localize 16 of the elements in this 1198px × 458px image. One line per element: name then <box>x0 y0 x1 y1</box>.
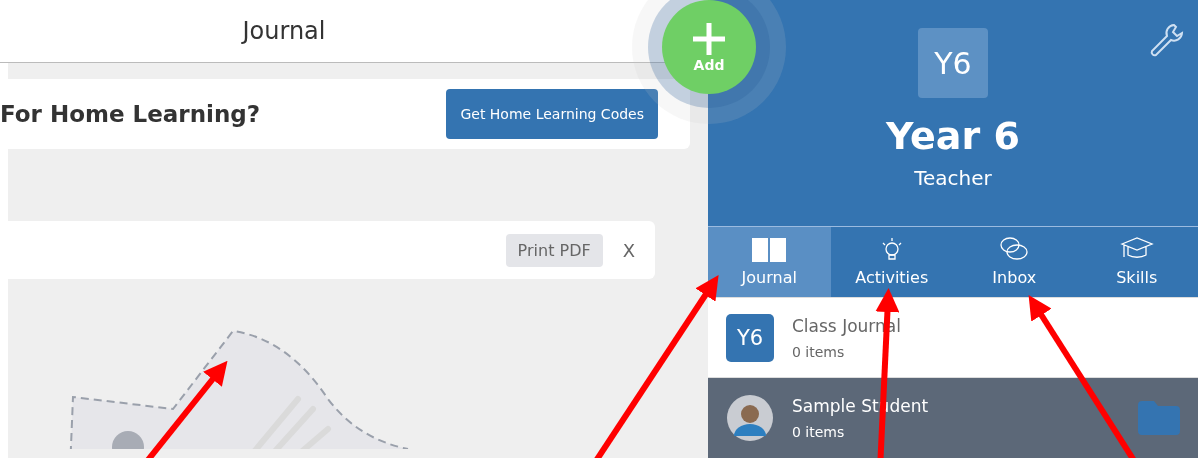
print-pdf-button[interactable]: Print PDF <box>505 233 603 267</box>
class-badge: Y6 <box>918 28 988 98</box>
journal-badge: Y6 <box>726 313 774 362</box>
avatar-icon <box>726 394 774 443</box>
home-learning-codes-button[interactable]: Get Home Learning Codes <box>446 89 658 139</box>
card-heading: For Home Learning? <box>0 101 261 127</box>
class-name: Year 6 <box>886 114 1020 158</box>
item-count: 0 items <box>792 424 846 441</box>
settings-icon[interactable] <box>1148 22 1184 58</box>
book-icon <box>751 236 788 265</box>
plus-icon <box>691 21 727 57</box>
page-title: Journal <box>242 17 326 45</box>
close-button[interactable]: X <box>616 239 641 261</box>
class-role: Teacher <box>914 166 992 190</box>
item-count: 0 items <box>792 343 846 360</box>
nav-tab[interactable]: Journal <box>708 227 831 297</box>
